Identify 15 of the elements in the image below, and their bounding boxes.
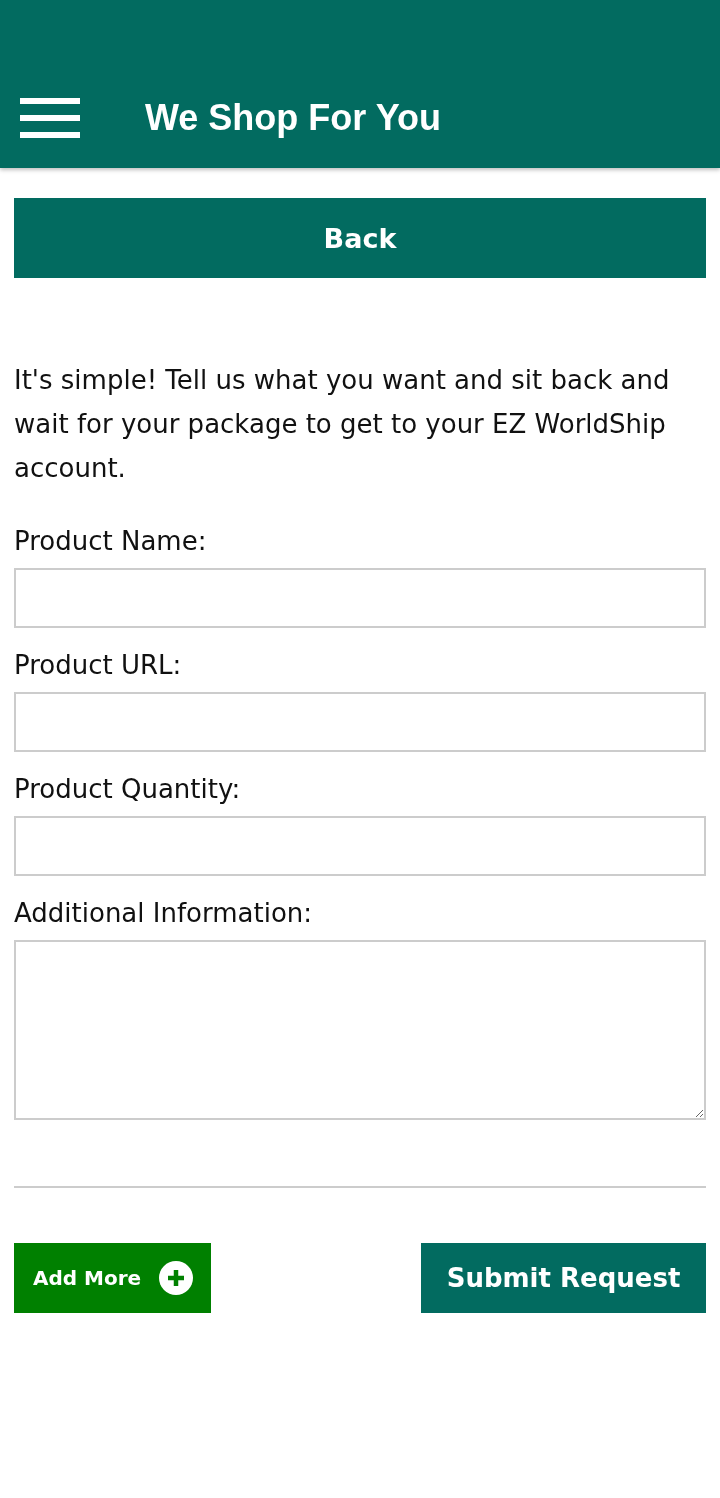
intro-text: It's simple! Tell us what you want and sit back and wait for your package to get to your EZ WorldShip account. [14, 364, 671, 485]
add-more-button[interactable]: Add More [14, 1243, 212, 1313]
submit-request-button[interactable]: Submit Request [421, 1243, 706, 1313]
field-label: Additional Information: [14, 897, 314, 930]
app-title: We Shop For You [145, 96, 441, 140]
field-label: Product Quantity: [14, 773, 242, 806]
field-label: Product Name: [14, 525, 208, 558]
menu-icon[interactable] [20, 98, 80, 138]
input-field[interactable] [14, 816, 706, 876]
field-label: Product URL: [14, 649, 183, 682]
input-field[interactable] [14, 692, 706, 752]
back-button[interactable]: Back [14, 198, 706, 278]
plus-circle-icon [159, 1261, 194, 1295]
input-field[interactable] [14, 568, 706, 628]
text-area-field[interactable] [14, 940, 706, 1120]
